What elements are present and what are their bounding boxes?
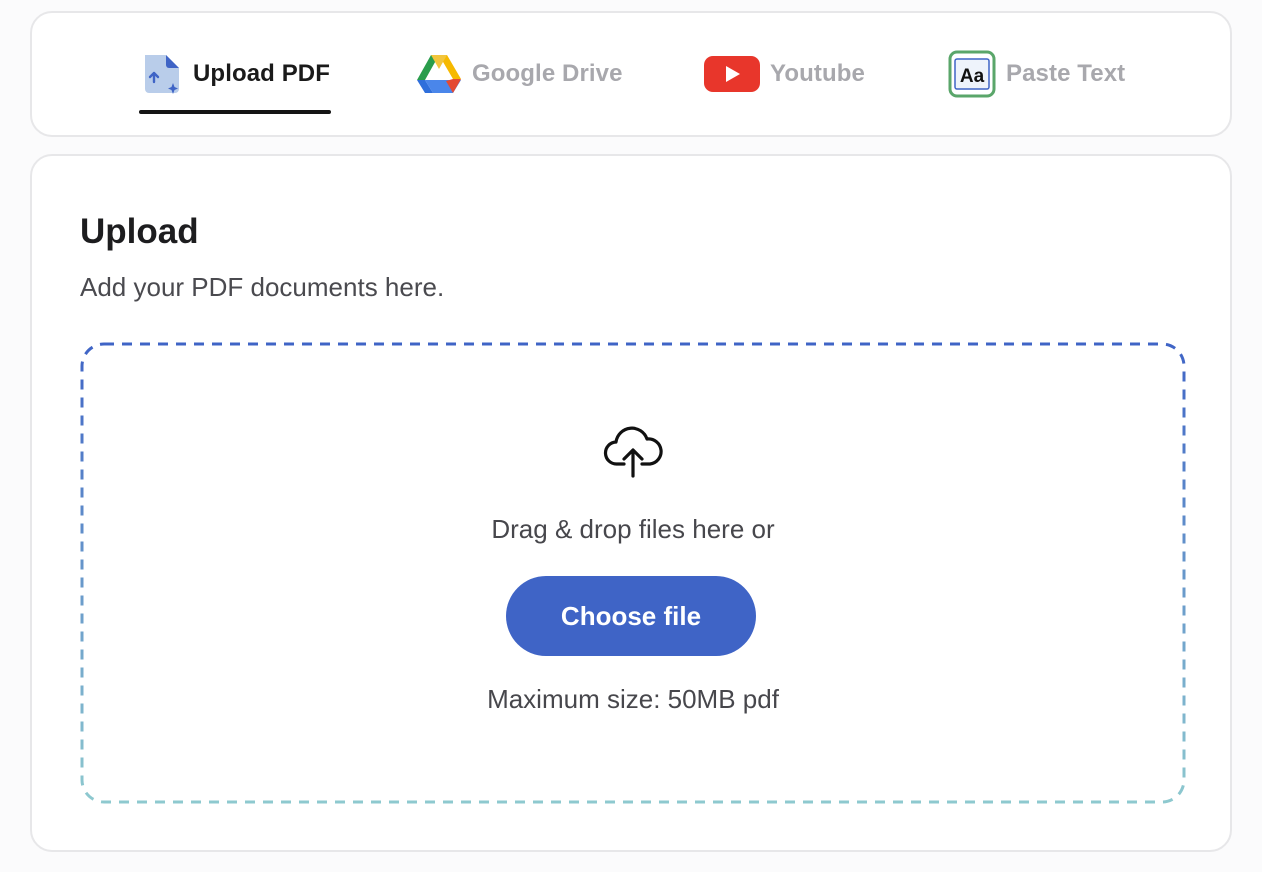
choose-file-button[interactable]: Choose file [506,576,756,656]
drag-drop-hint: Drag & drop files here or [491,514,775,544]
active-tab-indicator [139,110,331,114]
tab-upload-pdf[interactable]: Upload PDF [139,13,330,135]
tab-label: Youtube [770,60,865,87]
youtube-icon [704,54,760,94]
dropzone-dashed-border [80,342,1186,804]
cloud-upload-icon [602,424,664,480]
upload-panel: Upload Add your PDF documents here. Drag… [30,154,1232,852]
tab-label: Google Drive [472,60,623,87]
file-dropzone[interactable]: Drag & drop files here or Choose file Ma… [80,342,1186,804]
tab-youtube[interactable]: Youtube [704,13,865,135]
page-title: Upload [80,212,199,251]
source-tabs-bar: Upload PDF Google Drive Youtube Aa Paste… [30,11,1232,137]
tab-label: Paste Text [1006,60,1126,87]
max-size-note: Maximum size: 50MB pdf [487,684,779,714]
google-drive-icon [416,53,462,95]
tab-google-drive[interactable]: Google Drive [416,13,623,135]
paste-text-icon-glyph: Aa [960,66,985,87]
paste-text-icon: Aa [948,50,996,98]
page-subtitle: Add your PDF documents here. [80,272,445,302]
pdf-upload-icon [139,52,183,96]
tab-paste-text[interactable]: Aa Paste Text [948,13,1125,135]
tab-label: Upload PDF [193,60,330,87]
